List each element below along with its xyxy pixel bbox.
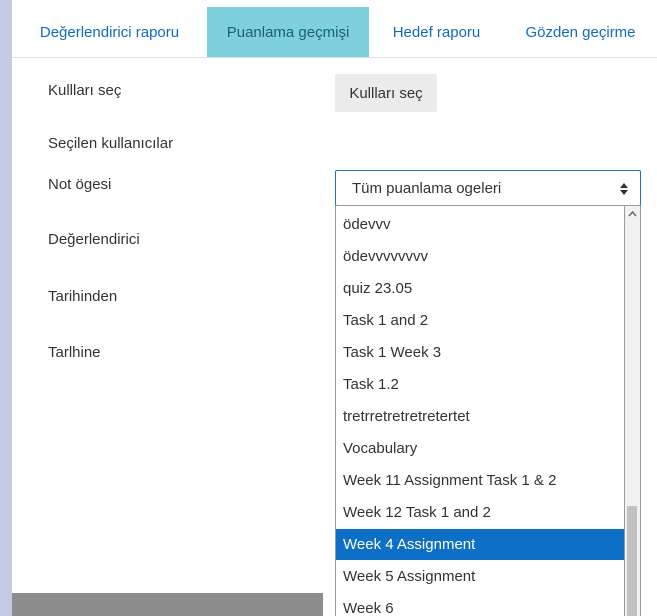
date-to-label: Tarlhine (48, 344, 101, 361)
select-users-label: Kullları seç (48, 82, 122, 99)
date-from-label: Tarihinden (48, 288, 118, 305)
list-item-selected[interactable]: Week 4 Assignment (336, 529, 624, 560)
grade-item-options-list[interactable]: ödevvv ödevvvvvvvv quiz 23.05 Task 1 and… (335, 205, 625, 616)
grading-history-panel: Değerlendirici raporu Puanlama geçmişi H… (12, 0, 657, 616)
grade-item-label: Not ögesi (48, 176, 112, 193)
tab-label: Değerlendirici raporu (39, 23, 180, 41)
tab-label: Gözden geçirme (525, 23, 636, 41)
list-item[interactable]: Week 12 Task 1 and 2 (336, 497, 624, 528)
chevron-up-icon[interactable] (625, 206, 640, 223)
grade-item-selected-value: Tüm puanlama ogeleri (352, 180, 502, 197)
list-item[interactable]: Task 1 Week 3 (336, 337, 624, 368)
grade-item-select[interactable]: Tüm puanlama ogeleri (335, 170, 641, 206)
tab-grading-history[interactable]: Puanlama geçmişi (207, 7, 369, 57)
list-item[interactable]: Task 1.2 (336, 369, 624, 400)
grader-label: Değerlendirici (48, 231, 140, 248)
tab-label: Puanlama geçmişi (226, 23, 350, 41)
list-item[interactable]: Week 6 (336, 593, 624, 616)
list-item[interactable]: Vocabulary (336, 433, 624, 464)
report-tabs: Değerlendirici raporu Puanlama geçmişi H… (12, 7, 657, 58)
selected-users-label: Seçilen kullanıcılar (48, 135, 174, 152)
list-item[interactable]: Task 1 and 2 (336, 305, 624, 336)
page-footer (12, 593, 323, 616)
list-item[interactable]: Week 5 Assignment (336, 561, 624, 592)
list-item[interactable]: tretrretretretretertet (336, 401, 624, 432)
tab-target-report[interactable]: Hedef raporu (369, 7, 504, 57)
list-item[interactable]: ödevvv (336, 209, 624, 240)
tab-label: Hedef raporu (392, 23, 481, 41)
list-item[interactable]: Week 11 Assignment Task 1 & 2 (336, 465, 624, 496)
select-users-button[interactable]: Kullları seç (335, 74, 437, 112)
tab-review[interactable]: Gözden geçirme (504, 7, 657, 57)
list-item[interactable]: ödevvvvvvvv (336, 241, 624, 272)
sort-arrows-icon (620, 180, 628, 198)
list-item[interactable]: quiz 23.05 (336, 273, 624, 304)
options-scrollbar[interactable] (625, 205, 641, 616)
tab-grader-report[interactable]: Değerlendirici raporu (12, 7, 207, 57)
scrollbar-thumb[interactable] (627, 506, 637, 616)
